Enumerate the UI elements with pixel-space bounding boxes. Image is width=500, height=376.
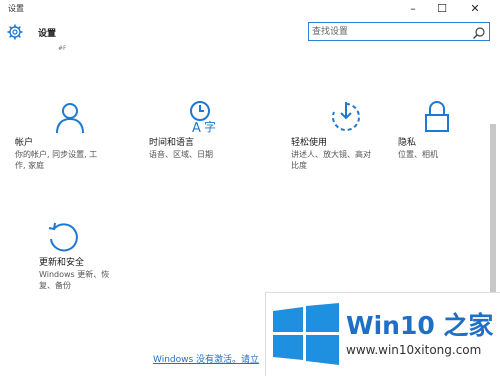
- close-button[interactable]: ✕: [462, 0, 488, 18]
- tile-desc-line: 复、备份: [39, 281, 71, 290]
- watermark-url: www.win10xitong.com: [346, 343, 482, 357]
- search-icon[interactable]: [472, 25, 486, 39]
- tile-desc-line: Windows 更新、恢: [39, 270, 110, 279]
- person-icon: [53, 100, 87, 134]
- svg-text:字: 字: [204, 119, 216, 134]
- tile-time-language[interactable]: A 字 时间和语言 语音、区域、日期: [149, 100, 259, 160]
- windows-logo-icon: [271, 303, 341, 365]
- tile-privacy[interactable]: 隐私 位置、相机: [398, 100, 478, 160]
- search-input[interactable]: [312, 25, 462, 38]
- tile-update-security[interactable]: 更新和安全 Windows 更新、恢 复、备份: [39, 220, 129, 291]
- tile-desc-line: 比度: [291, 161, 307, 170]
- minimize-button[interactable]: –: [400, 0, 426, 18]
- tile-desc-line: 位置、相机: [398, 150, 438, 159]
- tile-title: 帐户: [15, 138, 34, 148]
- window-title: 设置: [8, 4, 24, 13]
- tile-desc-line: 语音、区域、日期: [149, 150, 213, 159]
- tile-title: 时间和语言: [149, 138, 195, 148]
- activation-link[interactable]: Windows 没有激活。请立: [153, 352, 259, 365]
- watermark-name: Win10 之家: [346, 311, 494, 340]
- tile-title: 更新和安全: [39, 258, 85, 268]
- watermark-badge: Win10 之家 www.win10xitong.com: [265, 292, 500, 376]
- tile-accounts[interactable]: 帐户 你的帐户, 同步设置, 工 作, 家庭: [15, 100, 125, 171]
- settings-window: 设置 – ☐ ✕ 设置 #F 查找设置 帐户 你的帐户, 同步设置, 工 作, …: [0, 0, 500, 376]
- tile-title: 轻松使用: [291, 138, 328, 148]
- time-language-icon: A 字: [187, 100, 221, 136]
- tile-desc-line: 作, 家庭: [15, 161, 45, 170]
- ease-of-access-icon: [329, 100, 363, 134]
- tile-title: 隐私: [398, 138, 417, 148]
- sub-caption: #F: [58, 45, 67, 52]
- title-bar: 设置 – ☐ ✕: [0, 0, 500, 18]
- maximize-button[interactable]: ☐: [429, 0, 455, 18]
- tile-ease-of-access[interactable]: 轻松使用 讲述人、放大镜、高对 比度: [291, 100, 401, 171]
- tile-desc-line: 你的帐户, 同步设置, 工: [15, 150, 98, 159]
- update-icon: [46, 220, 80, 254]
- tile-desc-line: 讲述人、放大镜、高对: [291, 150, 371, 159]
- page-title: 设置: [38, 29, 57, 39]
- lock-icon: [420, 100, 454, 134]
- gear-icon: [7, 24, 23, 40]
- search-box[interactable]: [308, 22, 490, 41]
- svg-text:A: A: [192, 121, 201, 134]
